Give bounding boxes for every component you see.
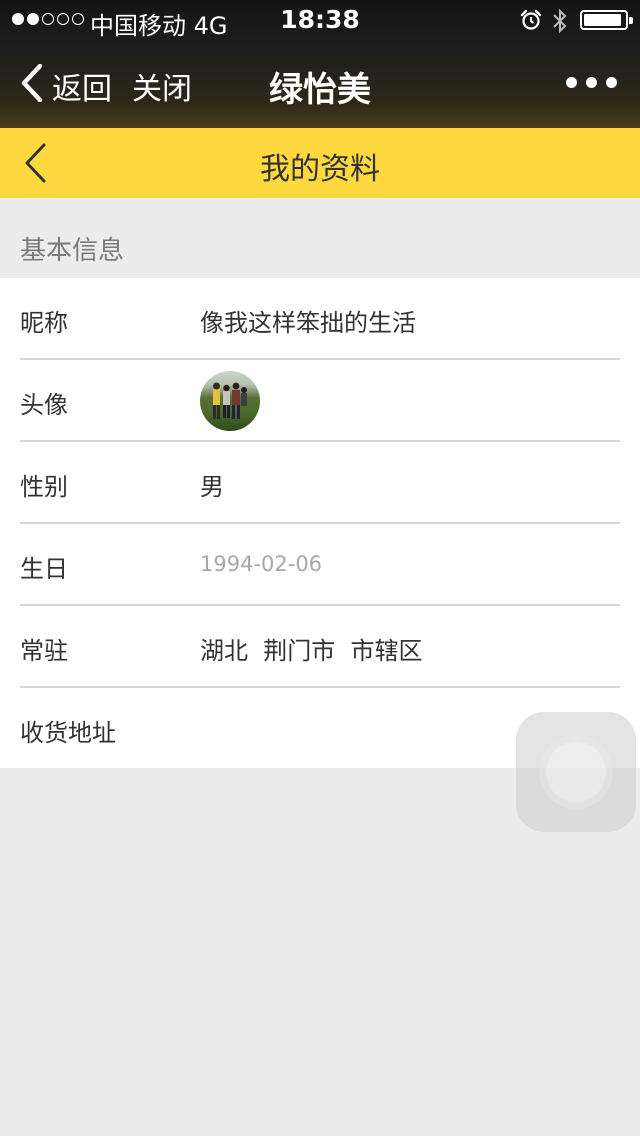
avatar-photo <box>213 382 247 419</box>
row-avatar[interactable]: 头像 <box>0 360 640 442</box>
app-title: 绿怡美 <box>269 70 371 110</box>
more-icon[interactable] <box>566 77 617 88</box>
alarm-clock-icon <box>520 9 542 35</box>
row-nickname[interactable]: 昵称 像我这样笨拙的生活 <box>0 278 640 360</box>
profile-list: 昵称 像我这样笨拙的生活 头像 性别 男 生日 1994-02-06 常驻 湖北… <box>0 278 640 768</box>
wechat-nav-bar: 返回 关闭 绿怡美 <box>0 40 640 128</box>
battery-level <box>584 14 621 26</box>
status-bar: 中国移动 4G 18:38 <box>0 0 640 40</box>
row-label: 收货地址 <box>20 719 116 747</box>
battery-icon <box>580 10 633 30</box>
row-label: 常驻 <box>20 637 68 665</box>
app-root: 中国移动 4G 18:38 返回 关闭 绿怡美 我的资料 基本信息 昵称 像我这… <box>0 0 640 1136</box>
row-gender[interactable]: 性别 男 <box>0 442 640 524</box>
bluetooth-icon <box>552 8 568 38</box>
page-title: 我的资料 <box>260 152 380 187</box>
row-label: 头像 <box>20 391 68 419</box>
more-dot <box>586 77 597 88</box>
more-dot <box>566 77 577 88</box>
battery-cap <box>629 17 633 24</box>
row-residence[interactable]: 常驻 湖北 荆门市 市辖区 <box>0 606 640 688</box>
residence-value: 湖北 荆门市 市辖区 <box>200 637 423 665</box>
page-header: 我的资料 <box>0 128 640 198</box>
more-dot <box>606 77 617 88</box>
section-title: 基本信息 <box>20 236 125 266</box>
gender-value: 男 <box>200 473 224 501</box>
assistive-touch-button[interactable] <box>516 712 636 832</box>
row-label: 性别 <box>20 473 68 501</box>
row-birthday[interactable]: 生日 1994-02-06 <box>0 524 640 606</box>
status-time: 18:38 <box>280 5 360 34</box>
row-label: 生日 <box>20 555 68 583</box>
row-label: 昵称 <box>20 309 68 337</box>
nickname-value: 像我这样笨拙的生活 <box>200 309 416 337</box>
birthday-value: 1994-02-06 <box>200 552 323 576</box>
top-header: 中国移动 4G 18:38 返回 关闭 绿怡美 <box>0 0 640 128</box>
section-header: 基本信息 <box>0 198 640 278</box>
assistive-touch-icon <box>546 742 606 802</box>
avatar[interactable] <box>200 371 260 431</box>
